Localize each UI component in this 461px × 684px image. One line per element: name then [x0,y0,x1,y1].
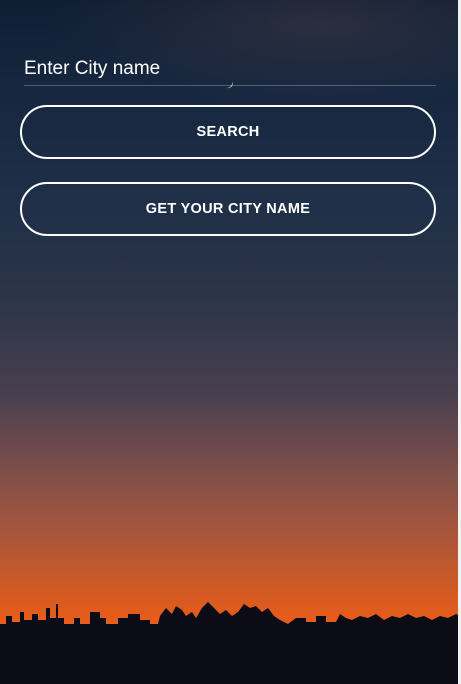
city-skyline-silhouette [0,602,461,684]
search-button[interactable]: SEARCH [20,105,436,159]
app-screen: SEARCH GET YOUR CITY NAME [0,0,461,684]
city-name-input[interactable] [24,56,436,86]
get-your-city-name-button[interactable]: GET YOUR CITY NAME [20,182,436,236]
